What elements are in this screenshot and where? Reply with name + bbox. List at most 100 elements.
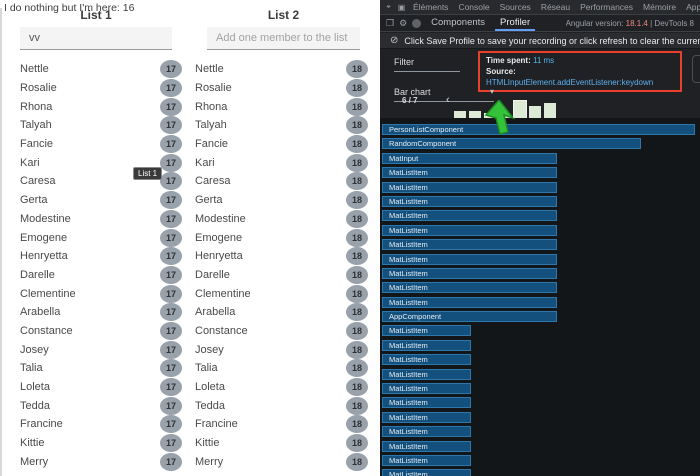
component-name: MatListItem bbox=[389, 470, 428, 476]
list-item[interactable]: Henryetta 18 bbox=[195, 247, 368, 266]
component-bar[interactable]: MatListItem bbox=[382, 182, 557, 193]
component-bar[interactable]: MatListItem bbox=[382, 325, 471, 336]
list-item[interactable]: Arabella 17 bbox=[20, 303, 182, 322]
component-bar[interactable]: MatListItem bbox=[382, 369, 471, 380]
list-item[interactable]: Emogene 18 bbox=[195, 228, 368, 247]
list-item[interactable]: Talia 17 bbox=[20, 359, 182, 378]
list-item[interactable]: Josey 18 bbox=[195, 340, 368, 359]
component-bar[interactable]: MatListItem bbox=[382, 354, 471, 365]
component-bar[interactable]: MatListItem bbox=[382, 239, 557, 250]
frame-selector-icon[interactable]: ❒ bbox=[386, 18, 394, 29]
component-bar[interactable]: MatListItem bbox=[382, 383, 471, 394]
list-item[interactable]: Emogene 17 bbox=[20, 228, 182, 247]
component-bar[interactable]: RandomComponent bbox=[382, 138, 641, 149]
devtools-tab[interactable]: Sources bbox=[496, 0, 535, 14]
list-item[interactable]: Darelle 18 bbox=[195, 266, 368, 285]
devtools-tab[interactable]: Appli bbox=[682, 0, 700, 14]
member-age-badge: 18 bbox=[346, 303, 368, 321]
list-item[interactable]: Rhona 18 bbox=[195, 97, 368, 116]
component-bar[interactable]: MatListItem bbox=[382, 268, 557, 279]
component-bar[interactable]: MatListItem bbox=[382, 441, 471, 452]
list-item[interactable]: Tedda 17 bbox=[20, 396, 182, 415]
member-age-badge: 17 bbox=[160, 434, 182, 452]
member-name: Kittie bbox=[195, 437, 219, 449]
devtools-tab[interactable]: Mémoire bbox=[639, 0, 680, 14]
list-item[interactable]: Constance 18 bbox=[195, 322, 368, 341]
component-bar[interactable]: MatListItem bbox=[382, 340, 471, 351]
list-item[interactable]: Modestine 17 bbox=[20, 210, 182, 229]
list-item[interactable]: Arabella 18 bbox=[195, 303, 368, 322]
list1-add-member-input[interactable] bbox=[20, 27, 172, 50]
list-item[interactable]: Fancie 17 bbox=[20, 135, 182, 154]
list2-add-member-input[interactable] bbox=[207, 27, 360, 50]
list-item[interactable]: Henryetta 17 bbox=[20, 247, 182, 266]
list-item[interactable]: Kari 18 bbox=[195, 153, 368, 172]
list-item[interactable]: Kittie 17 bbox=[20, 434, 182, 453]
list-item[interactable]: Talyah 17 bbox=[20, 116, 182, 135]
devtools-tab[interactable]: Éléments bbox=[409, 0, 452, 14]
list-item[interactable]: Caresa 18 bbox=[195, 172, 368, 191]
right-edge-widget[interactable] bbox=[692, 55, 700, 83]
component-name: MatListItem bbox=[389, 283, 428, 292]
list-item[interactable]: Rosalie 18 bbox=[195, 79, 368, 98]
record-circle-icon[interactable] bbox=[412, 19, 421, 28]
list-item[interactable]: Francine 17 bbox=[20, 415, 182, 434]
list-item[interactable]: Talyah 18 bbox=[195, 116, 368, 135]
devtools-tab[interactable]: Performances bbox=[576, 0, 637, 14]
list-item[interactable]: Fancie 18 bbox=[195, 135, 368, 154]
devtools-tab[interactable]: Console bbox=[454, 0, 493, 14]
list-item[interactable]: Talia 18 bbox=[195, 359, 368, 378]
previous-frame-icon[interactable]: ‹ bbox=[446, 94, 450, 106]
component-bar[interactable]: MatListItem bbox=[382, 397, 471, 408]
list-item[interactable]: Rhona 17 bbox=[20, 97, 182, 116]
devtools-tab[interactable]: Réseau bbox=[537, 0, 574, 14]
list-item[interactable]: Loleta 18 bbox=[195, 378, 368, 397]
list-item[interactable]: Kittie 18 bbox=[195, 434, 368, 453]
time-spent-value: 11 ms bbox=[533, 56, 554, 65]
list-item[interactable]: Gerta 17 bbox=[20, 191, 182, 210]
list-item[interactable]: Tedda 18 bbox=[195, 396, 368, 415]
component-bar[interactable]: MatInput bbox=[382, 153, 557, 164]
list-item[interactable]: Rosalie 17 bbox=[20, 79, 182, 98]
member-age-badge: 17 bbox=[160, 378, 182, 396]
list-item[interactable]: Josey 17 bbox=[20, 340, 182, 359]
component-bar[interactable]: MatListItem bbox=[382, 455, 471, 466]
component-bar[interactable]: MatListItem bbox=[382, 426, 471, 437]
list-item[interactable]: Nettle 18 bbox=[195, 60, 368, 79]
list-item[interactable]: Merry 17 bbox=[20, 452, 182, 471]
tab-components[interactable]: Components bbox=[426, 15, 490, 31]
component-bar[interactable]: MatListItem bbox=[382, 254, 557, 265]
member-age-badge: 18 bbox=[346, 359, 368, 377]
member-name: Talyah bbox=[20, 119, 52, 131]
list-item[interactable]: Constance 17 bbox=[20, 322, 182, 341]
component-bar[interactable]: MatListItem bbox=[382, 210, 557, 221]
component-bar[interactable]: MatListItem bbox=[382, 225, 557, 236]
component-bar[interactable]: MatListItem bbox=[382, 167, 557, 178]
tab-profiler[interactable]: Profiler bbox=[495, 15, 535, 31]
component-bar[interactable]: MatListItem bbox=[382, 412, 471, 423]
component-bar[interactable]: PersonListComponent bbox=[382, 124, 695, 135]
component-bar[interactable]: MatListItem bbox=[382, 196, 557, 207]
list-item[interactable]: Loleta 17 bbox=[20, 378, 182, 397]
list-item[interactable]: Francine 18 bbox=[195, 415, 368, 434]
settings-gear-icon[interactable]: ⚙ bbox=[399, 18, 407, 29]
list-item[interactable]: Clementine 17 bbox=[20, 284, 182, 303]
version-label: Angular version: bbox=[566, 19, 624, 28]
list-item[interactable]: Modestine 18 bbox=[195, 210, 368, 229]
component-bar[interactable]: AppComponent bbox=[382, 311, 557, 322]
source-link[interactable]: HTMLInputElement.addEventListener:keydow… bbox=[486, 78, 653, 87]
component-bar[interactable]: MatListItem bbox=[382, 297, 557, 308]
left-scrollbar[interactable] bbox=[0, 8, 2, 476]
list-item[interactable]: Darelle 17 bbox=[20, 266, 182, 285]
component-bar[interactable]: MatListItem bbox=[382, 469, 471, 476]
component-bar[interactable]: MatListItem bbox=[382, 282, 557, 293]
list-item[interactable]: Nettle 17 bbox=[20, 60, 182, 79]
list-item[interactable]: Merry 18 bbox=[195, 452, 368, 471]
member-age-badge: 18 bbox=[346, 172, 368, 190]
inspect-element-icon[interactable]: ⌖ bbox=[383, 2, 394, 13]
list-item[interactable]: Gerta 18 bbox=[195, 191, 368, 210]
member-age-badge: 17 bbox=[160, 135, 182, 153]
filter-input[interactable]: Filter bbox=[394, 57, 460, 72]
device-toolbar-icon[interactable]: ▣ bbox=[396, 2, 407, 13]
list-item[interactable]: Clementine 18 bbox=[195, 284, 368, 303]
